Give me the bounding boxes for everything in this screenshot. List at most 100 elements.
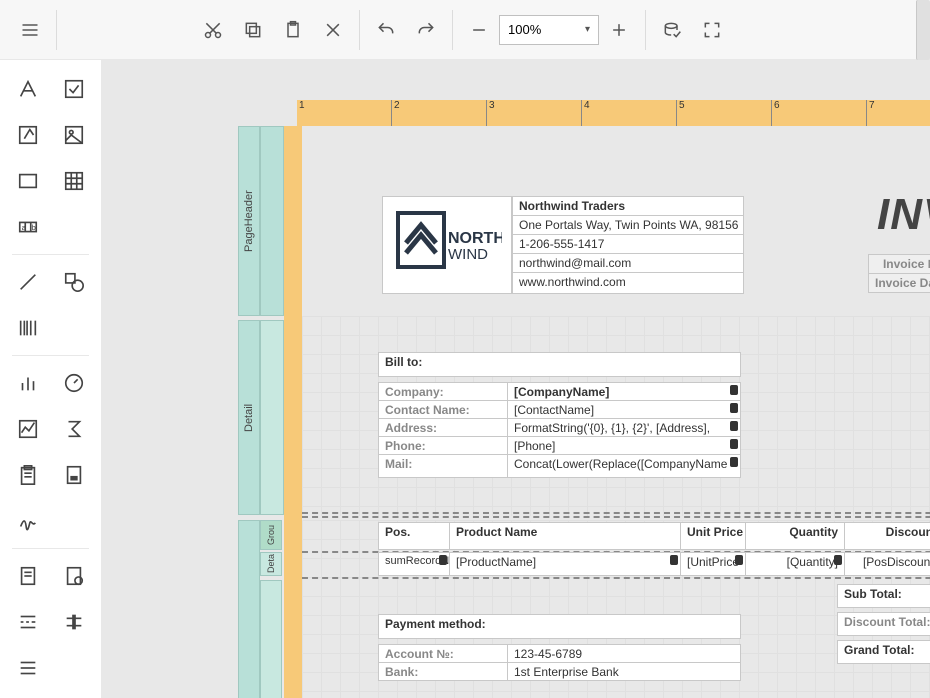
databind-icon: [730, 385, 738, 395]
band-detail2[interactable]: Deta: [260, 552, 282, 576]
billto-mail-label[interactable]: Mail:: [378, 454, 508, 478]
payment-account-value[interactable]: 123-45-6789: [507, 644, 741, 663]
td-product[interactable]: [ProductName]: [449, 552, 681, 576]
table-tool[interactable]: [55, 162, 93, 200]
th-product[interactable]: Product Name: [449, 522, 681, 550]
databind-icon: [670, 555, 678, 565]
company-email-cell[interactable]: northwind@mail.com: [512, 253, 744, 273]
zoom-in-button[interactable]: [599, 10, 639, 50]
th-pos[interactable]: Pos.: [378, 522, 450, 550]
validate-button[interactable]: [652, 10, 692, 50]
band-detail-grip[interactable]: [260, 320, 284, 515]
sigma-tool[interactable]: [55, 410, 93, 448]
td-qty[interactable]: [Quantity]: [745, 552, 845, 576]
band-footer-grip[interactable]: [260, 580, 282, 698]
billto-phone-label[interactable]: Phone:: [378, 436, 508, 455]
pageheader-surface: NORTH WIND Northwind Traders One Portals…: [302, 126, 930, 316]
billto-address-value[interactable]: FormatString('{0}, {1}, {2}', [Address],: [507, 418, 741, 437]
design-canvas[interactable]: 1 2 3 4 5 6 7 PageHeader 1 2 Detail 1 2 …: [102, 60, 930, 698]
line-tool[interactable]: [9, 263, 47, 301]
crossband-tool[interactable]: [55, 603, 93, 641]
zoom-select[interactable]: 100% ▾: [499, 15, 599, 45]
vertical-ruler: [284, 126, 302, 698]
zoom-value: 100%: [508, 22, 541, 37]
report-tool[interactable]: [9, 557, 47, 595]
undo-button[interactable]: [366, 10, 406, 50]
menu-button[interactable]: [10, 10, 50, 50]
company-web-cell[interactable]: www.northwind.com: [512, 272, 744, 294]
company-name-cell[interactable]: Northwind Traders: [512, 196, 744, 216]
databind-icon: [730, 439, 738, 449]
invoice-title[interactable]: INVOIC: [877, 190, 930, 240]
crosstab-tool[interactable]: [9, 649, 47, 687]
billto-contact-label[interactable]: Contact Name:: [378, 400, 508, 419]
band-outer-grip[interactable]: [238, 520, 260, 698]
company-address-cell[interactable]: One Portals Way, Twin Points WA, 98156: [512, 215, 744, 235]
fullscreen-button[interactable]: [692, 10, 732, 50]
subtotal-label[interactable]: Sub Total:: [837, 584, 930, 608]
td-unitprice[interactable]: [UnitPrice: [680, 552, 746, 576]
sparkline-tool[interactable]: [9, 410, 47, 448]
horizontal-ruler: 1 2 3 4 5 6 7: [297, 100, 930, 126]
richtext-tool[interactable]: [9, 116, 47, 154]
shape-tool[interactable]: [55, 263, 93, 301]
report-info-tool[interactable]: [55, 557, 93, 595]
band-detail[interactable]: Detail: [238, 320, 260, 515]
databind-icon: [735, 555, 743, 565]
pagebreak-tool[interactable]: [9, 603, 47, 641]
payment-header[interactable]: Payment method:: [378, 614, 741, 639]
logo-cell[interactable]: NORTH WIND: [382, 196, 512, 294]
gauge-tool[interactable]: [55, 364, 93, 402]
databind-icon: [730, 421, 738, 431]
company-phone-cell[interactable]: 1-206-555-1417: [512, 234, 744, 254]
caret-down-icon: ▾: [585, 24, 590, 35]
svg-text:b: b: [31, 223, 35, 232]
band-pageheader-grip[interactable]: [260, 126, 284, 316]
picture-tool[interactable]: [55, 116, 93, 154]
svg-text:NORTH: NORTH: [448, 230, 502, 247]
svg-text:WIND: WIND: [448, 246, 488, 263]
paste-button[interactable]: [273, 10, 313, 50]
barcode-tool[interactable]: [9, 309, 47, 347]
billto-company-label[interactable]: Company:: [378, 382, 508, 401]
pdf-tool[interactable]: [55, 456, 93, 494]
billto-company-value[interactable]: [CompanyName]: [507, 382, 741, 401]
billto-mail-value[interactable]: Concat(Lower(Replace([CompanyName: [507, 454, 741, 478]
checkbox-tool[interactable]: [55, 70, 93, 108]
billto-address-label[interactable]: Address:: [378, 418, 508, 437]
band-pageheader[interactable]: PageHeader: [238, 126, 260, 316]
copy-button[interactable]: [233, 10, 273, 50]
discount-total-label[interactable]: Discount Total:: [837, 612, 930, 636]
th-qty[interactable]: Quantity: [745, 522, 845, 550]
invoice-num-label[interactable]: Invoice №:: [868, 254, 930, 274]
zoom-out-button[interactable]: [459, 10, 499, 50]
cut-button[interactable]: [193, 10, 233, 50]
right-gutter: [916, 0, 930, 60]
billto-phone-value[interactable]: [Phone]: [507, 436, 741, 455]
dashed-divider-4: [302, 577, 930, 579]
th-unitprice[interactable]: Unit Price: [680, 522, 746, 550]
invoice-date-label[interactable]: Invoice Date:: [868, 273, 930, 293]
payment-bank-value[interactable]: 1st Enterprise Bank: [507, 662, 741, 681]
panel-tool[interactable]: [9, 162, 47, 200]
grand-total-label[interactable]: Grand Total:: [837, 640, 930, 664]
td-pos[interactable]: sumRecordNumber: [378, 552, 450, 576]
delete-button[interactable]: [313, 10, 353, 50]
td-discount[interactable]: [PosDiscount]: [844, 552, 930, 576]
billto-contact-value[interactable]: [ContactName]: [507, 400, 741, 419]
payment-account-label[interactable]: Account №:: [378, 644, 508, 663]
signature-tool[interactable]: [9, 502, 47, 540]
chart-tool[interactable]: [9, 364, 47, 402]
band-group[interactable]: Grou: [260, 520, 282, 550]
billto-header[interactable]: Bill to:: [378, 352, 741, 377]
databind-icon: [439, 555, 447, 565]
redo-button[interactable]: [406, 10, 446, 50]
character-comb-tool[interactable]: ab: [9, 208, 47, 246]
northwind-logo-icon: NORTH WIND: [392, 205, 502, 285]
th-discount[interactable]: Discount: [844, 522, 930, 550]
databind-icon: [834, 555, 842, 565]
payment-bank-label[interactable]: Bank:: [378, 662, 508, 681]
dashed-divider-2: [302, 516, 930, 518]
clipboard-tool[interactable]: [9, 456, 47, 494]
label-tool[interactable]: [9, 70, 47, 108]
